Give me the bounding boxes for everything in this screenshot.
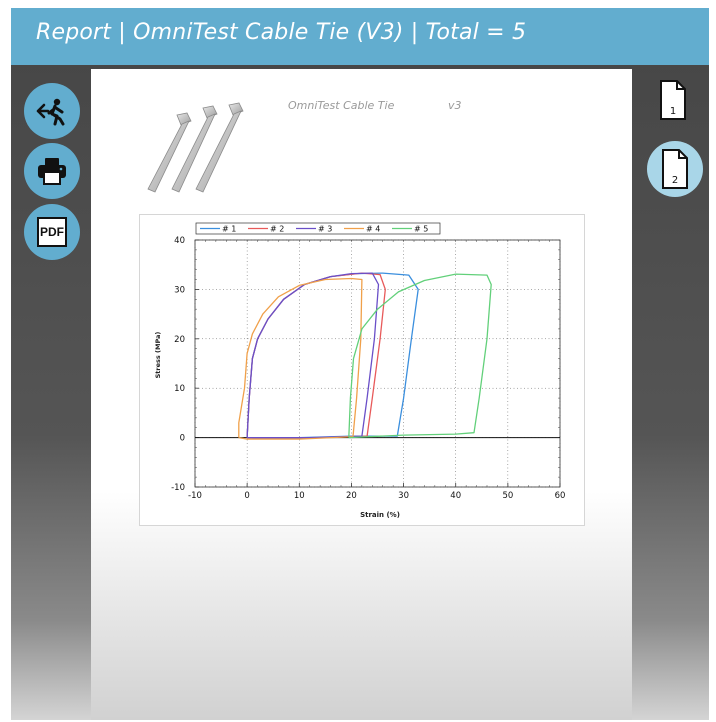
y-tick-label: 30: [174, 285, 185, 295]
page-thumb-2[interactable]: 2: [647, 141, 703, 197]
series-line-3: [246, 272, 380, 439]
y-tick-label: 20: [174, 335, 185, 345]
x-tick-label: 30: [398, 491, 409, 501]
y-axis-label: Stress (MPa): [154, 332, 162, 379]
x-axis-label: Strain (%): [360, 511, 400, 519]
chart-svg: -10 0 10 20 30 40 50 60-10010203040 # 1 # 2 # 3 # …: [154, 222, 565, 519]
y-tick-label: -10: [171, 483, 185, 493]
print-button[interactable]: [24, 143, 80, 199]
x-tick-label: 0: [244, 491, 249, 501]
x-tick-label: 50: [502, 491, 513, 501]
x-tick-label: 40: [450, 491, 461, 501]
page-icon: 1: [660, 80, 686, 120]
axes: -10 0 10 20 30 40 50 60 -10 0 10 20 30 40: [171, 236, 565, 501]
pdf-button[interactable]: PDF: [24, 204, 80, 260]
exit-icon: [36, 98, 65, 126]
x-tick-label: 60: [555, 491, 566, 501]
legend-label: # 4: [366, 225, 380, 234]
header-bar: Report | OmniTest Cable Tie (V3) | Total…: [11, 8, 709, 65]
printer-icon: [38, 158, 66, 185]
legend-label: # 1: [222, 225, 236, 234]
y-tick-label: 40: [174, 236, 185, 246]
document-version: v3: [448, 99, 462, 112]
stress-strain-chart: -10 0 10 20 30 40 50 60 -10 0 10 20 30 40 # 1 # 2 # 3 # …: [139, 214, 585, 526]
legend-label: # 2: [270, 225, 284, 234]
series-line-1: [246, 272, 419, 439]
document-title: OmniTest Cable Tie: [288, 99, 395, 112]
report-title: Report | OmniTest Cable Tie (V3) | Total…: [36, 20, 527, 45]
x-tick-label: 10: [294, 491, 305, 501]
legend-label: # 5: [414, 225, 428, 234]
page-number: 2: [672, 175, 678, 186]
y-tick-label: 0: [180, 434, 185, 444]
series-line-4: [238, 277, 363, 440]
pdf-icon: PDF: [37, 217, 67, 247]
page-number: 1: [670, 106, 676, 117]
legend-label: # 3: [318, 225, 332, 234]
y-tick-label: 10: [174, 384, 185, 394]
exit-button[interactable]: [24, 83, 80, 139]
cable-tie-logo: [141, 97, 261, 201]
x-tick-label: 20: [346, 491, 357, 501]
page-thumb-1[interactable]: 1: [648, 72, 698, 128]
report-page: OmniTest Cable Tie v3 -10 0 10 20 30 40 50 60 -1…: [91, 69, 632, 720]
x-tick-label: -10: [188, 491, 202, 501]
series-layer: [238, 272, 492, 440]
report-window: Report | OmniTest Cable Tie (V3) | Total…: [11, 8, 709, 720]
pdf-label: PDF: [40, 225, 64, 239]
legend: # 1 # 2 # 3 # 4 # 5: [195, 222, 441, 235]
page-icon: 2: [662, 149, 688, 189]
